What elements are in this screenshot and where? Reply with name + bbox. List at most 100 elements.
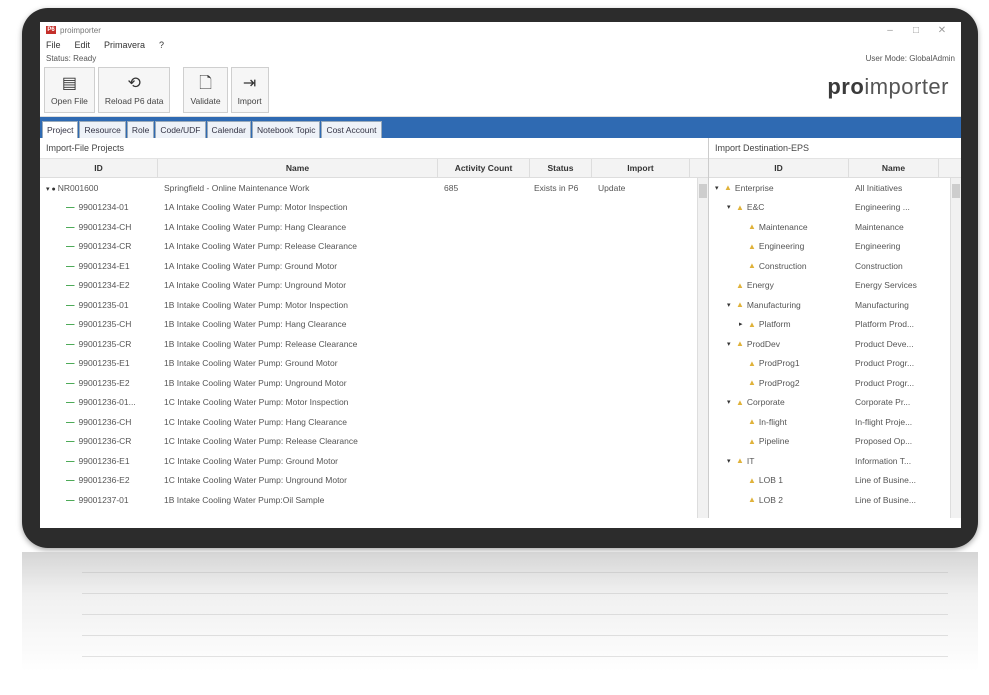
tree-row[interactable]: ▸ ▲ Platform Platform Prod...	[709, 315, 961, 335]
table-row[interactable]: —99001237-01 1B Intake Cooling Water Pump…	[40, 490, 708, 510]
table-row[interactable]: —99001234-E1 1A Intake Cooling Water Pump…	[40, 256, 708, 276]
cell-eps-name: All Initiatives	[855, 182, 903, 193]
child-line-icon: —	[66, 299, 75, 310]
tab-project[interactable]: Project	[42, 121, 79, 138]
cell-eps-id-text: LOB 1	[758, 475, 784, 486]
col-activity-count[interactable]: Activity Count	[438, 159, 530, 177]
table-row[interactable]: —99001234-E2 1A Intake Cooling Water Pump…	[40, 276, 708, 296]
left-scrollbar[interactable]	[697, 178, 708, 518]
cell-id: —99001234-CH	[40, 222, 158, 232]
right-scroll-thumb[interactable]	[952, 184, 960, 198]
cell-id: ▾ ● NR001600	[40, 183, 158, 193]
table-row[interactable]: ▾ ● NR001600 Springfield - Online Maintena…	[40, 178, 708, 198]
eps-folder-icon: ▲	[748, 358, 756, 368]
table-row[interactable]: —99001236-01... 1C Intake Cooling Water P…	[40, 393, 708, 413]
eps-folder-icon: ▲	[748, 241, 756, 251]
toolbar: ▤ Open File ⟲ Reload P6 data 🗋 Validate …	[40, 64, 961, 117]
table-row[interactable]: —99001235-E2 1B Intake Cooling Water Pump…	[40, 373, 708, 393]
tree-row[interactable]: ▲ LOB 2 Line of Busine...	[709, 490, 961, 510]
table-row[interactable]: —99001234-CR 1A Intake Cooling Water Pump…	[40, 237, 708, 257]
tree-row[interactable]: ▲ Construction Construction	[709, 256, 961, 276]
cell-id-text: 99001236-01...	[78, 397, 136, 408]
tree-row[interactable]: ▲ In-flight In-flight Proje...	[709, 412, 961, 432]
cell-id: —99001235-E1	[40, 358, 158, 368]
table-row[interactable]: —99001235-E1 1B Intake Cooling Water Pump…	[40, 354, 708, 374]
cell-id-text: 99001234-E1	[78, 260, 130, 271]
validate-button[interactable]: 🗋 Validate	[183, 67, 228, 113]
maximize-button[interactable]: □	[903, 25, 929, 36]
cell-eps-name: Product Progr...	[855, 377, 915, 388]
cell-eps-name: Engineering	[855, 241, 901, 252]
expand-icon[interactable]: ▾	[727, 203, 736, 211]
cell-id-text: 99001236-E1	[78, 455, 130, 466]
col-status[interactable]: Status	[530, 159, 592, 177]
open-file-button[interactable]: ▤ Open File	[44, 67, 95, 113]
tree-row[interactable]: ▾ ▲ Corporate Corporate Pr...	[709, 393, 961, 413]
cell-id: —99001235-CH	[40, 319, 158, 329]
table-row[interactable]: —99001236-E1 1C Intake Cooling Water Pump…	[40, 451, 708, 471]
table-row[interactable]: —99001234-01 1A Intake Cooling Water Pump…	[40, 198, 708, 218]
table-row[interactable]: —99001234-CH 1A Intake Cooling Water Pump…	[40, 217, 708, 237]
expand-icon[interactable]: ▾	[727, 398, 736, 406]
import-label: Import	[237, 95, 262, 106]
tree-row[interactable]: ▲ ProdProg2 Product Progr...	[709, 373, 961, 393]
tab-code-udf[interactable]: Code/UDF	[155, 121, 206, 138]
expand-icon[interactable]: ▾	[727, 457, 736, 465]
col-eps-id[interactable]: ID	[709, 159, 849, 177]
tab-notebook-topic[interactable]: Notebook Topic	[252, 121, 321, 138]
tab-calendar[interactable]: Calendar	[206, 121, 251, 138]
tab-resource[interactable]: Resource	[79, 121, 126, 138]
eps-folder-icon: ▲	[748, 319, 756, 329]
expand-icon[interactable]: ▾	[727, 301, 736, 309]
right-scrollbar[interactable]	[950, 178, 961, 518]
col-import[interactable]: Import	[592, 159, 690, 177]
tab-cost-account[interactable]: Cost Account	[321, 121, 382, 138]
close-button[interactable]: ✕	[929, 25, 955, 36]
col-eps-name[interactable]: Name	[849, 159, 939, 177]
tree-row[interactable]: ▾ ▲ E&C Engineering ...	[709, 198, 961, 218]
tab-role[interactable]: Role	[126, 121, 155, 138]
table-row[interactable]: —99001235-CH 1B Intake Cooling Water Pump…	[40, 315, 708, 335]
tree-row[interactable]: ▾ ▲ IT Information T...	[709, 451, 961, 471]
cell-id-text: 99001234-CH	[78, 221, 132, 232]
col-id[interactable]: ID	[40, 159, 158, 177]
tree-row[interactable]: ▲ Engineering Engineering	[709, 237, 961, 257]
expand-icon[interactable]: ▾	[715, 184, 724, 192]
expand-icon[interactable]: ▸	[739, 320, 748, 328]
tree-row[interactable]: ▲ Maintenance Maintenance	[709, 217, 961, 237]
tree-row[interactable]: ▾ ▲ Manufacturing Manufacturing	[709, 295, 961, 315]
table-row[interactable]: —99001235-CR 1B Intake Cooling Water Pump…	[40, 334, 708, 354]
minimize-button[interactable]: –	[877, 25, 903, 36]
table-row[interactable]: —99001236-E2 1C Intake Cooling Water Pump…	[40, 471, 708, 491]
tree-row[interactable]: ▾ ▲ Enterprise All Initiatives	[709, 178, 961, 198]
menu-primavera[interactable]: Primavera	[104, 40, 145, 50]
cell-status: Exists in P6	[534, 182, 579, 193]
tree-row[interactable]: ▾ ▲ ProdDev Product Deve...	[709, 334, 961, 354]
cell-eps-id-text: Engineering	[758, 241, 805, 252]
cell-eps-name: Corporate Pr...	[855, 397, 911, 408]
cell-eps-id-text: E&C	[746, 202, 765, 213]
child-line-icon: —	[66, 377, 75, 388]
col-name[interactable]: Name	[158, 159, 438, 177]
import-icon: ⇥	[242, 74, 257, 92]
tree-row[interactable]: ▲ Pipeline Proposed Op...	[709, 432, 961, 452]
menu-file[interactable]: File	[46, 40, 61, 50]
menu-help[interactable]: ?	[159, 40, 164, 50]
tree-row[interactable]: ▲ Energy Energy Services	[709, 276, 961, 296]
cell-eps-name: Engineering ...	[855, 202, 910, 213]
table-row[interactable]: —99001236-CR 1C Intake Cooling Water Pump…	[40, 432, 708, 452]
cell-name: 1C Intake Cooling Water Pump: Ground Mot…	[164, 455, 339, 466]
import-button[interactable]: ⇥ Import	[230, 67, 269, 113]
tree-row[interactable]: ▲ LOB 1 Line of Busine...	[709, 471, 961, 491]
left-scroll-thumb[interactable]	[699, 184, 707, 198]
expand-icon[interactable]: ▾ ●	[46, 186, 56, 193]
table-row[interactable]: —99001236-CH 1C Intake Cooling Water Pump…	[40, 412, 708, 432]
table-row[interactable]: —99001235-01 1B Intake Cooling Water Pump…	[40, 295, 708, 315]
expand-icon[interactable]: ▾	[727, 340, 736, 348]
cell-name: 1C Intake Cooling Water Pump: Motor Insp…	[164, 397, 349, 408]
child-line-icon: —	[66, 436, 75, 447]
cell-eps-name: In-flight Proje...	[855, 416, 913, 427]
menu-edit[interactable]: Edit	[75, 40, 91, 50]
reload-button[interactable]: ⟲ Reload P6 data	[97, 67, 171, 113]
tree-row[interactable]: ▲ ProdProg1 Product Progr...	[709, 354, 961, 374]
